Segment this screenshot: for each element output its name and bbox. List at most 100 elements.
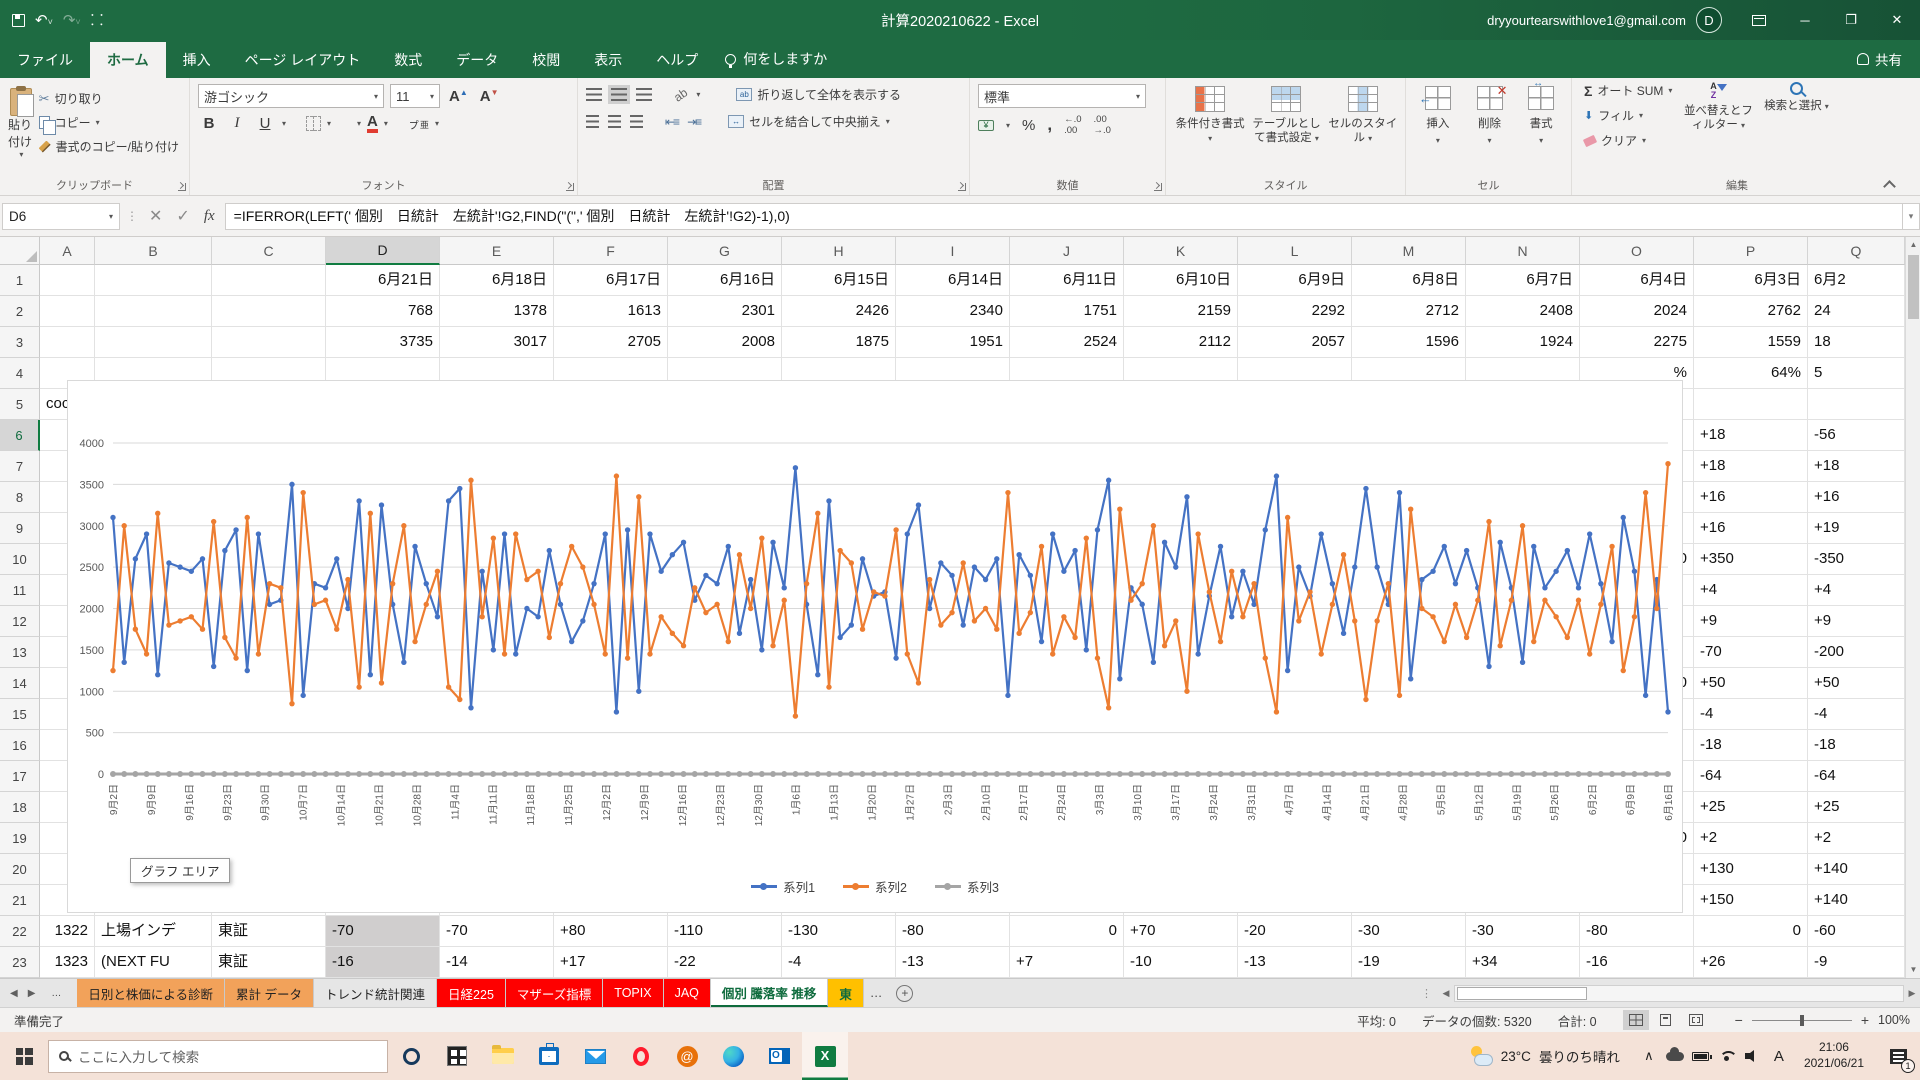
cell-I22[interactable]: -80 [896,916,1010,947]
qat-customize-icon[interactable]: ⸬ [91,13,103,28]
cell-K2[interactable]: 2159 [1124,296,1238,327]
cell-P4[interactable]: 64% [1694,358,1808,389]
row-header-14[interactable]: 14 [0,668,40,699]
font-name-select[interactable]: 游ゴシック▾ [198,84,384,108]
col-header-E[interactable]: E [440,237,554,265]
clipboard-dialog-launcher[interactable] [178,183,186,191]
hidden-icons-chevron-icon[interactable]: ∧ [1636,1032,1662,1080]
ribbon-tab-ヘルプ[interactable]: ヘルプ [639,42,715,78]
zoom-in-icon[interactable]: + [1861,1012,1869,1028]
zoom-level[interactable]: 100% [1878,1013,1910,1027]
cell-C22[interactable]: 東証 [212,916,326,947]
cell-H22[interactable]: -130 [782,916,896,947]
col-header-D[interactable]: D [326,237,440,265]
cell-O22[interactable]: -80 [1580,916,1694,947]
cell-P15[interactable]: -4 [1694,699,1808,730]
taskbar-app-mail-app[interactable] [572,1032,618,1080]
sheet-tab-個別 騰落率 推移[interactable]: 個別 騰落率 推移 [711,979,828,1007]
col-header-G[interactable]: G [668,237,782,265]
cell-K1[interactable]: 6月10日 [1124,265,1238,296]
onedrive-cloud-icon[interactable] [1662,1032,1688,1080]
name-box[interactable]: D6▾ [2,203,120,230]
cell-C1[interactable] [212,265,326,296]
sheet-nav-right-icon[interactable]: ▶ [28,988,36,999]
cell-P1[interactable]: 6月3日 [1694,265,1808,296]
row-header-18[interactable]: 18 [0,792,40,823]
vertical-scrollbar[interactable]: ▲ ▼ [1905,237,1920,978]
cell-Q23[interactable]: -9 [1808,947,1905,978]
cell-J2[interactable]: 1751 [1010,296,1124,327]
cancel-formula-icon[interactable]: ✕ [149,206,162,226]
sheet-tab-JAQ[interactable]: JAQ [664,979,711,1007]
cell-Q19[interactable]: +2 [1808,823,1905,854]
cell-P3[interactable]: 1559 [1694,327,1808,358]
close-button[interactable]: ✕ [1874,0,1920,40]
zoom-slider-thumb[interactable] [1800,1015,1804,1026]
cell-P2[interactable]: 2762 [1694,296,1808,327]
cut-button[interactable]: ✂切り取り [35,88,183,109]
cell-M2[interactable]: 2712 [1352,296,1466,327]
chart-plot-area[interactable]: 050010001500200025003000350040009月2日9月9日… [68,381,1682,912]
row-header-19[interactable]: 19 [0,823,40,854]
ribbon-tab-ホーム[interactable]: ホーム [90,42,166,78]
cell-P20[interactable]: +130 [1694,854,1808,885]
sheet-tab-TOPIX[interactable]: TOPIX [603,979,663,1007]
number-dialog-launcher[interactable] [1154,183,1162,191]
sheet-tab-マザーズ指標[interactable]: マザーズ指標 [506,979,603,1007]
sheet-overflow-left[interactable]: … [45,988,67,999]
hscroll-left-icon[interactable]: ◀ [1438,988,1454,999]
accounting-format-icon[interactable]: ¥ [978,120,994,131]
sheet-tab-日別と株価による診断[interactable]: 日別と株価による診断 [77,979,225,1007]
legend-item-系列2[interactable]: 系列2 [843,877,907,896]
borders-icon[interactable] [306,116,321,131]
col-header-J[interactable]: J [1010,237,1124,265]
font-color-icon[interactable]: A [367,113,378,133]
cell-K22[interactable]: +70 [1124,916,1238,947]
taskbar-app-kanji-app[interactable] [434,1032,480,1080]
legend-item-系列1[interactable]: 系列1 [751,877,815,896]
underline-button[interactable]: U [254,115,276,132]
clear-button[interactable]: クリア▾ [1580,130,1676,151]
number-format-select[interactable]: 標準▾ [978,84,1146,108]
autosum-button[interactable]: Σオート SUM▾ [1580,80,1676,101]
fill-button[interactable]: ⬇フィル▾ [1580,105,1676,126]
cell-F23[interactable]: +17 [554,947,668,978]
taskbar-clock[interactable]: 21:06 2021/06/21 [1792,1040,1876,1071]
scroll-down-icon[interactable]: ▼ [1906,962,1920,978]
minimize-button[interactable]: ─ [1782,0,1828,40]
cell-Q17[interactable]: -64 [1808,761,1905,792]
cell-Q1[interactable]: 6月2 [1808,265,1905,296]
cell-E2[interactable]: 1378 [440,296,554,327]
cell-L22[interactable]: -20 [1238,916,1352,947]
cell-Q15[interactable]: -4 [1808,699,1905,730]
cell-E3[interactable]: 3017 [440,327,554,358]
cell-Q2[interactable]: 24 [1808,296,1905,327]
taskbar-app-excel[interactable] [802,1032,848,1080]
sheet-overflow-right[interactable]: … [864,979,889,1007]
cell-J22[interactable]: 0 [1010,916,1124,947]
cell-G1[interactable]: 6月16日 [668,265,782,296]
row-header-17[interactable]: 17 [0,761,40,792]
cell-P8[interactable]: +16 [1694,482,1808,513]
col-header-M[interactable]: M [1352,237,1466,265]
cell-B22[interactable]: 上場インデ [95,916,212,947]
insert-cells-button[interactable]: ← 挿入▾ [1414,86,1462,177]
row-header-13[interactable]: 13 [0,637,40,668]
cell-F3[interactable]: 2705 [554,327,668,358]
cell-H2[interactable]: 2426 [782,296,896,327]
format-painter-button[interactable]: 書式のコピー/貼り付け [35,136,183,157]
col-header-I[interactable]: I [896,237,1010,265]
cell-F22[interactable]: +80 [554,916,668,947]
cell-P21[interactable]: +150 [1694,885,1808,916]
cell-P18[interactable]: +25 [1694,792,1808,823]
page-layout-view-button[interactable] [1653,1010,1679,1030]
percent-style-icon[interactable]: % [1022,117,1035,134]
cell-P5[interactable] [1694,389,1808,420]
col-header-Q[interactable]: Q [1808,237,1905,265]
row-header-7[interactable]: 7 [0,451,40,482]
row-header-2[interactable]: 2 [0,296,40,327]
cell-H3[interactable]: 1875 [782,327,896,358]
cell-A23[interactable]: 1323 [40,947,95,978]
cell-M23[interactable]: -19 [1352,947,1466,978]
cell-E23[interactable]: -14 [440,947,554,978]
